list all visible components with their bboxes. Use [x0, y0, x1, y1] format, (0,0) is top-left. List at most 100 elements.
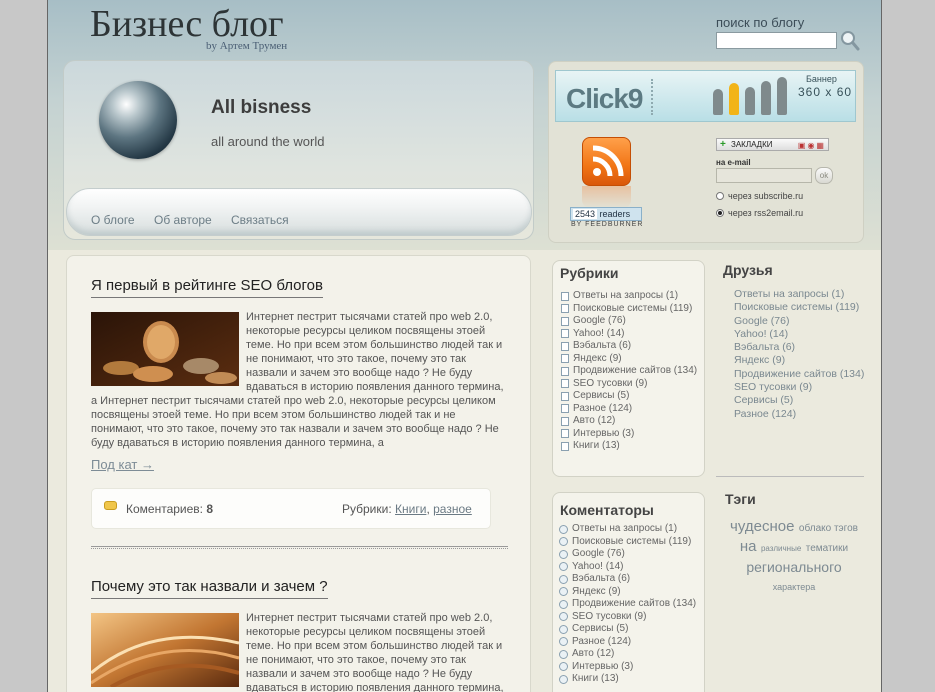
document-icon — [561, 316, 569, 326]
commentators-title: Коментаторы — [560, 502, 654, 518]
hero-title: All bisness — [211, 97, 312, 118]
search-button[interactable] — [840, 30, 860, 52]
readers-counter[interactable]: 2543 readers — [570, 207, 642, 221]
document-icon — [561, 329, 569, 339]
list-item[interactable]: SEO тусовки (9) — [559, 611, 696, 624]
list-item[interactable]: Разное (124) — [561, 403, 697, 416]
list-item[interactable]: Авто (12) — [559, 648, 696, 661]
list-item[interactable]: Яндекс (9) — [559, 586, 696, 599]
tags-title: Тэги — [725, 491, 756, 507]
tag-link[interactable]: регионального — [746, 559, 841, 575]
list-item[interactable]: Вэбальта (6) — [561, 340, 697, 353]
rubrics-list: Ответы на запросы (1) Поисковые системы … — [561, 290, 697, 453]
nav-item-about-blog[interactable]: О блоге — [91, 213, 135, 227]
list-item[interactable]: Книги (13) — [561, 440, 697, 453]
readers-count: 2543 — [573, 209, 598, 219]
search-input[interactable] — [716, 32, 837, 49]
banner-logo: Click9 — [566, 83, 643, 114]
page-frame: Бизнес блог by Артем Трумен поиск по бло… — [47, 0, 882, 692]
list-item[interactable]: Сервисы (5) — [561, 390, 697, 403]
document-icon — [561, 429, 569, 439]
option-label: через subscribe.ru — [728, 191, 804, 201]
tag-link[interactable]: облако тэгов — [799, 523, 858, 534]
rubric-link-misc[interactable]: разное — [433, 502, 472, 516]
plus-icon: + — [720, 139, 726, 150]
ok-button[interactable]: ok — [815, 167, 833, 184]
comments-info: Коментариев: 8 — [126, 502, 213, 516]
friend-link[interactable]: Разное (124) — [734, 408, 874, 421]
friend-link[interactable]: Поисковые системы (119) — [734, 301, 874, 314]
option-rss2email[interactable]: через rss2email.ru — [716, 208, 803, 218]
list-item[interactable]: Вэбальта (6) — [559, 573, 696, 586]
list-item[interactable]: Сервисы (5) — [559, 623, 696, 636]
list-item[interactable]: SEO тусовки (9) — [561, 378, 697, 391]
list-item[interactable]: Продвижение сайтов (134) — [561, 365, 697, 378]
radio-rss2email[interactable] — [716, 209, 724, 217]
radio-subscribe[interactable] — [716, 192, 724, 200]
tag-link[interactable]: чудесное — [730, 518, 794, 535]
user-icon — [559, 649, 568, 659]
person-icon — [761, 81, 771, 115]
post-excerpt: Интернет пестрит тысячами статей про web… — [91, 310, 509, 450]
friend-link[interactable]: SEO тусовки (9) — [734, 381, 874, 394]
rubric-link-books[interactable]: Книги — [395, 502, 426, 516]
post-title[interactable]: Я первый в рейтинге SEO блогов — [91, 277, 323, 298]
list-item[interactable]: Интервью (3) — [561, 428, 697, 441]
tag-link[interactable]: тематики — [806, 543, 848, 554]
friend-link[interactable]: Сервисы (5) — [734, 394, 874, 407]
comments-label: Коментариев: — [126, 502, 204, 516]
friends-title: Друзья — [723, 262, 773, 278]
list-item[interactable]: Ответы на запросы (1) — [561, 290, 697, 303]
friend-link[interactable]: Google (76) — [734, 315, 874, 328]
document-icon — [561, 354, 569, 364]
list-item[interactable]: Поисковые системы (119) — [559, 536, 696, 549]
list-item[interactable]: Ответы на запросы (1) — [559, 523, 696, 536]
read-more-link[interactable]: Под кат → — [91, 457, 154, 472]
post-title[interactable]: Почему это так назвали и зачем ? — [91, 578, 328, 599]
tag-cloud: чудесное облако тэгов на различные темат… — [723, 518, 865, 596]
rubrics-title: Рубрики — [560, 265, 619, 281]
comment-icon[interactable] — [104, 501, 117, 510]
tag-link[interactable]: различные — [761, 544, 801, 553]
comments-count[interactable]: 8 — [206, 502, 213, 516]
nav-item-contact[interactable]: Связаться — [231, 213, 289, 227]
option-subscribe[interactable]: через subscribe.ru — [716, 191, 803, 201]
list-item[interactable]: Разное (124) — [559, 636, 696, 649]
user-icon — [559, 612, 568, 622]
bookmarks-button[interactable]: + ЗАКЛАДКИ ▣◉▦ — [716, 138, 829, 151]
user-icon — [559, 549, 568, 559]
list-item[interactable]: Авто (12) — [561, 415, 697, 428]
list-item[interactable]: Yahoo! (14) — [561, 328, 697, 341]
option-label: через rss2email.ru — [728, 208, 804, 218]
document-icon — [561, 304, 569, 314]
friend-link[interactable]: Yahoo! (14) — [734, 328, 874, 341]
banner-size: 360 x 60 — [798, 85, 853, 99]
friend-link[interactable]: Ответы на запросы (1) — [734, 288, 874, 301]
friend-link[interactable]: Яндекс (9) — [734, 354, 874, 367]
tag-link[interactable]: на — [740, 538, 757, 555]
list-item[interactable]: Яндекс (9) — [561, 353, 697, 366]
list-item[interactable]: Книги (13) — [559, 673, 696, 686]
magnifier-icon — [841, 31, 860, 51]
friend-link[interactable]: Вэбальта (6) — [734, 341, 874, 354]
rss-icon[interactable] — [582, 137, 631, 186]
list-item[interactable]: Google (76) — [561, 315, 697, 328]
ad-banner[interactable]: Click9 Баннер 360 x 60 — [555, 70, 856, 122]
commentators-box: Коментаторы Ответы на запросы (1) Поиско… — [552, 492, 705, 692]
user-icon — [559, 637, 568, 647]
list-item[interactable]: Yahoo! (14) — [559, 561, 696, 574]
list-item[interactable]: Поисковые системы (119) — [561, 303, 697, 316]
nav-item-about-author[interactable]: Об авторе — [154, 213, 212, 227]
email-input[interactable] — [716, 168, 812, 183]
user-icon — [559, 574, 568, 584]
user-icon — [559, 537, 568, 547]
tag-link[interactable]: характера — [773, 582, 816, 592]
user-icon — [559, 624, 568, 634]
friend-link[interactable]: Продвижение сайтов (134) — [734, 368, 874, 381]
main-nav: О блоге Об авторе Связаться — [66, 188, 532, 236]
list-item[interactable]: Google (76) — [559, 548, 696, 561]
list-item[interactable]: Интервью (3) — [559, 661, 696, 674]
list-item[interactable]: Продвижение сайтов (134) — [559, 598, 696, 611]
document-icon — [561, 341, 569, 351]
search-label: поиск по блогу — [716, 15, 805, 30]
